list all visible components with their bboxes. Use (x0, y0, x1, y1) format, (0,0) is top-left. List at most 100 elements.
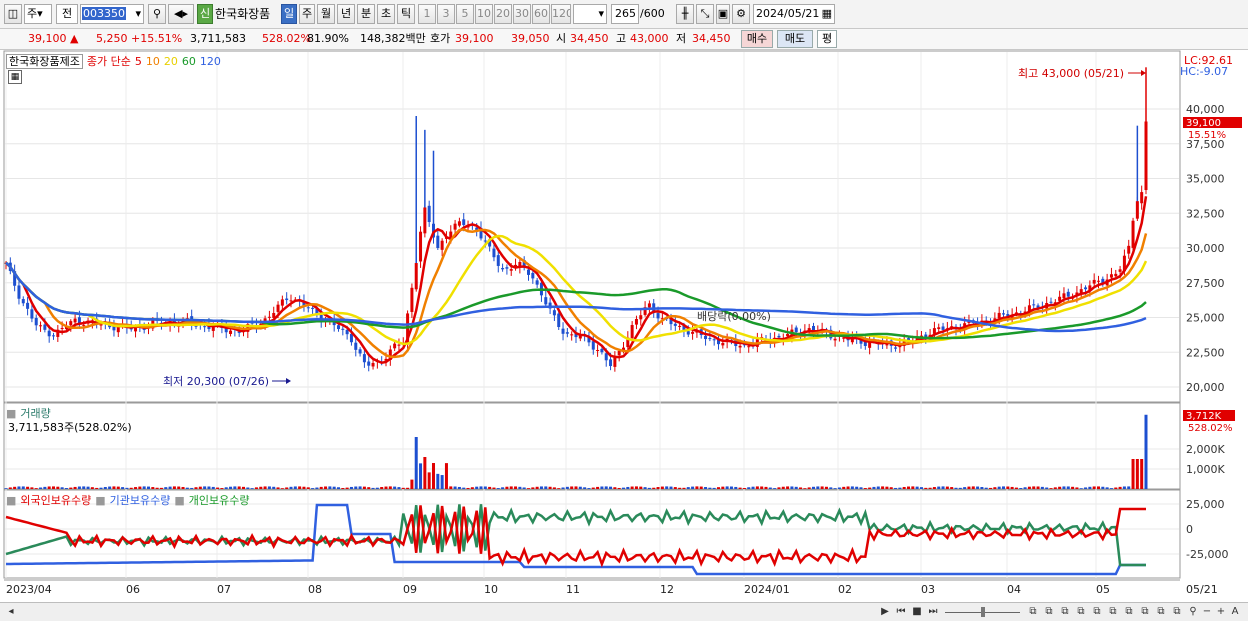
candle-body (1092, 279, 1096, 284)
box-icon[interactable]: ⧉ (1138, 605, 1152, 619)
candle-body (656, 313, 660, 319)
volume-bar (812, 486, 815, 489)
period-year-button[interactable]: 년 (337, 4, 355, 24)
volume-bar (95, 487, 99, 489)
volume-bar (622, 487, 625, 489)
volume-bar (1066, 486, 1070, 489)
interval-5-button[interactable]: 5 (456, 4, 474, 24)
date-input[interactable]: 2024/05/21 ▦ (753, 4, 835, 24)
candle-body (496, 255, 500, 266)
volume-bar (86, 486, 90, 489)
box-icon[interactable]: ⧉ (1170, 605, 1184, 619)
volume-bar (617, 487, 621, 489)
font-icon[interactable]: A (1228, 605, 1242, 619)
y-tick-label: 32,500 (1186, 207, 1225, 220)
zoom-slider[interactable] (945, 607, 1020, 617)
volume-bar (1101, 486, 1105, 489)
speaker-icon[interactable]: ◀▸ (168, 4, 194, 24)
line-tool-icon[interactable]: ⤡ (696, 4, 714, 24)
table-icon[interactable]: ▦ (8, 70, 22, 84)
volume-bar (475, 486, 479, 489)
volume-bar (768, 487, 772, 489)
gear-icon[interactable]: ⚙ (732, 4, 750, 24)
y-tick-label: 0 (1186, 523, 1193, 536)
candle-body (47, 330, 51, 337)
candle-body (229, 330, 233, 334)
volume-bar (1135, 459, 1139, 489)
interval-3-button[interactable]: 3 (437, 4, 455, 24)
stock-chart[interactable]: 40,00037,50035,00032,50030,00027,50025,0… (0, 50, 1248, 602)
period-month-button[interactable]: 월 (317, 4, 335, 24)
candle-body (544, 297, 548, 305)
volume-bar (807, 487, 811, 489)
box-icon[interactable]: ⧉ (1090, 605, 1104, 619)
scope-select[interactable]: 전 (56, 4, 78, 24)
interval-30-button[interactable]: 30 (513, 4, 531, 24)
eval-button[interactable]: 평 (817, 30, 837, 48)
volume-bar (1019, 488, 1023, 489)
volume-bar (932, 487, 936, 489)
volume-bar (691, 486, 695, 489)
interval-120-button[interactable]: 120 (551, 4, 571, 24)
box-icon[interactable]: ⧉ (1042, 605, 1056, 619)
box-icon[interactable]: ⧉ (1154, 605, 1168, 619)
interval-select[interactable]: ▾ (573, 4, 607, 24)
box-icon[interactable]: ⧉ (1026, 605, 1040, 619)
x-tick-label: 2024/01 (744, 583, 790, 596)
period-day-button[interactable]: 일 (281, 4, 297, 24)
save-icon[interactable]: ▣ (716, 4, 730, 24)
forward-icon[interactable]: ⏭ (926, 605, 940, 619)
volume-bar (643, 487, 647, 489)
volume-bar (367, 487, 371, 489)
sell-button[interactable]: 매도 (777, 30, 813, 48)
volume-bar (678, 487, 682, 489)
buy-button[interactable]: 매수 (741, 30, 773, 48)
volume-bar (751, 486, 755, 489)
candle-body (604, 353, 608, 361)
box-icon[interactable]: ⧉ (1074, 605, 1088, 619)
interval-60-button[interactable]: 60 (532, 4, 550, 24)
market-select[interactable]: 주▾ (24, 4, 52, 24)
volume-bar (142, 486, 146, 489)
period-second-button[interactable]: 초 (377, 4, 395, 24)
volume-bar (928, 487, 932, 489)
box-icon[interactable]: ⧉ (1122, 605, 1136, 619)
search-icon[interactable]: ⚲ (148, 4, 166, 24)
period-tick-button[interactable]: 틱 (397, 4, 415, 24)
plus-icon[interactable]: + (1214, 605, 1228, 619)
volume-bar (99, 487, 103, 489)
volume-bar (1014, 487, 1018, 489)
volume-bar (436, 473, 440, 489)
candle-body (483, 240, 487, 242)
box-icon[interactable]: ⧉ (1058, 605, 1072, 619)
count-input[interactable]: 265 (611, 4, 639, 24)
candle-body (1144, 121, 1148, 191)
window-icon[interactable]: ◫ (4, 4, 22, 24)
volume-bar (544, 486, 548, 489)
scroll-left-icon[interactable]: ◂ (4, 605, 18, 619)
interval-20-button[interactable]: 20 (494, 4, 512, 24)
stock-label[interactable]: 한국화장품제조 (6, 54, 83, 69)
interval-10-button[interactable]: 10 (475, 4, 493, 24)
period-week-button[interactable]: 주 (299, 4, 315, 24)
inst-label: 기관보유수량 (109, 494, 171, 507)
candle-body (73, 318, 77, 323)
minus-icon[interactable]: − (1200, 605, 1214, 619)
volume-bar (151, 487, 155, 489)
period-minute-button[interactable]: 분 (357, 4, 375, 24)
candle-body (505, 267, 509, 269)
interval-1-button[interactable]: 1 (418, 4, 436, 24)
rewind-icon[interactable]: ⏮ (894, 605, 908, 619)
volume-bar (229, 486, 233, 489)
box-icon[interactable]: ⧉ (1106, 605, 1120, 619)
zoom-icon[interactable]: ⚲ (1186, 605, 1200, 619)
stop-icon[interactable]: ■ (910, 605, 924, 619)
volume-bar (138, 486, 142, 489)
stock-code-input[interactable]: 003350 ▾ (80, 4, 144, 24)
play-icon[interactable]: ▶ (878, 605, 892, 619)
volume-bar (224, 487, 228, 489)
volume-bar (535, 486, 539, 489)
volume-bar (496, 488, 500, 489)
volume-bar (466, 487, 470, 489)
candle-icon[interactable]: ╫ (676, 4, 694, 24)
